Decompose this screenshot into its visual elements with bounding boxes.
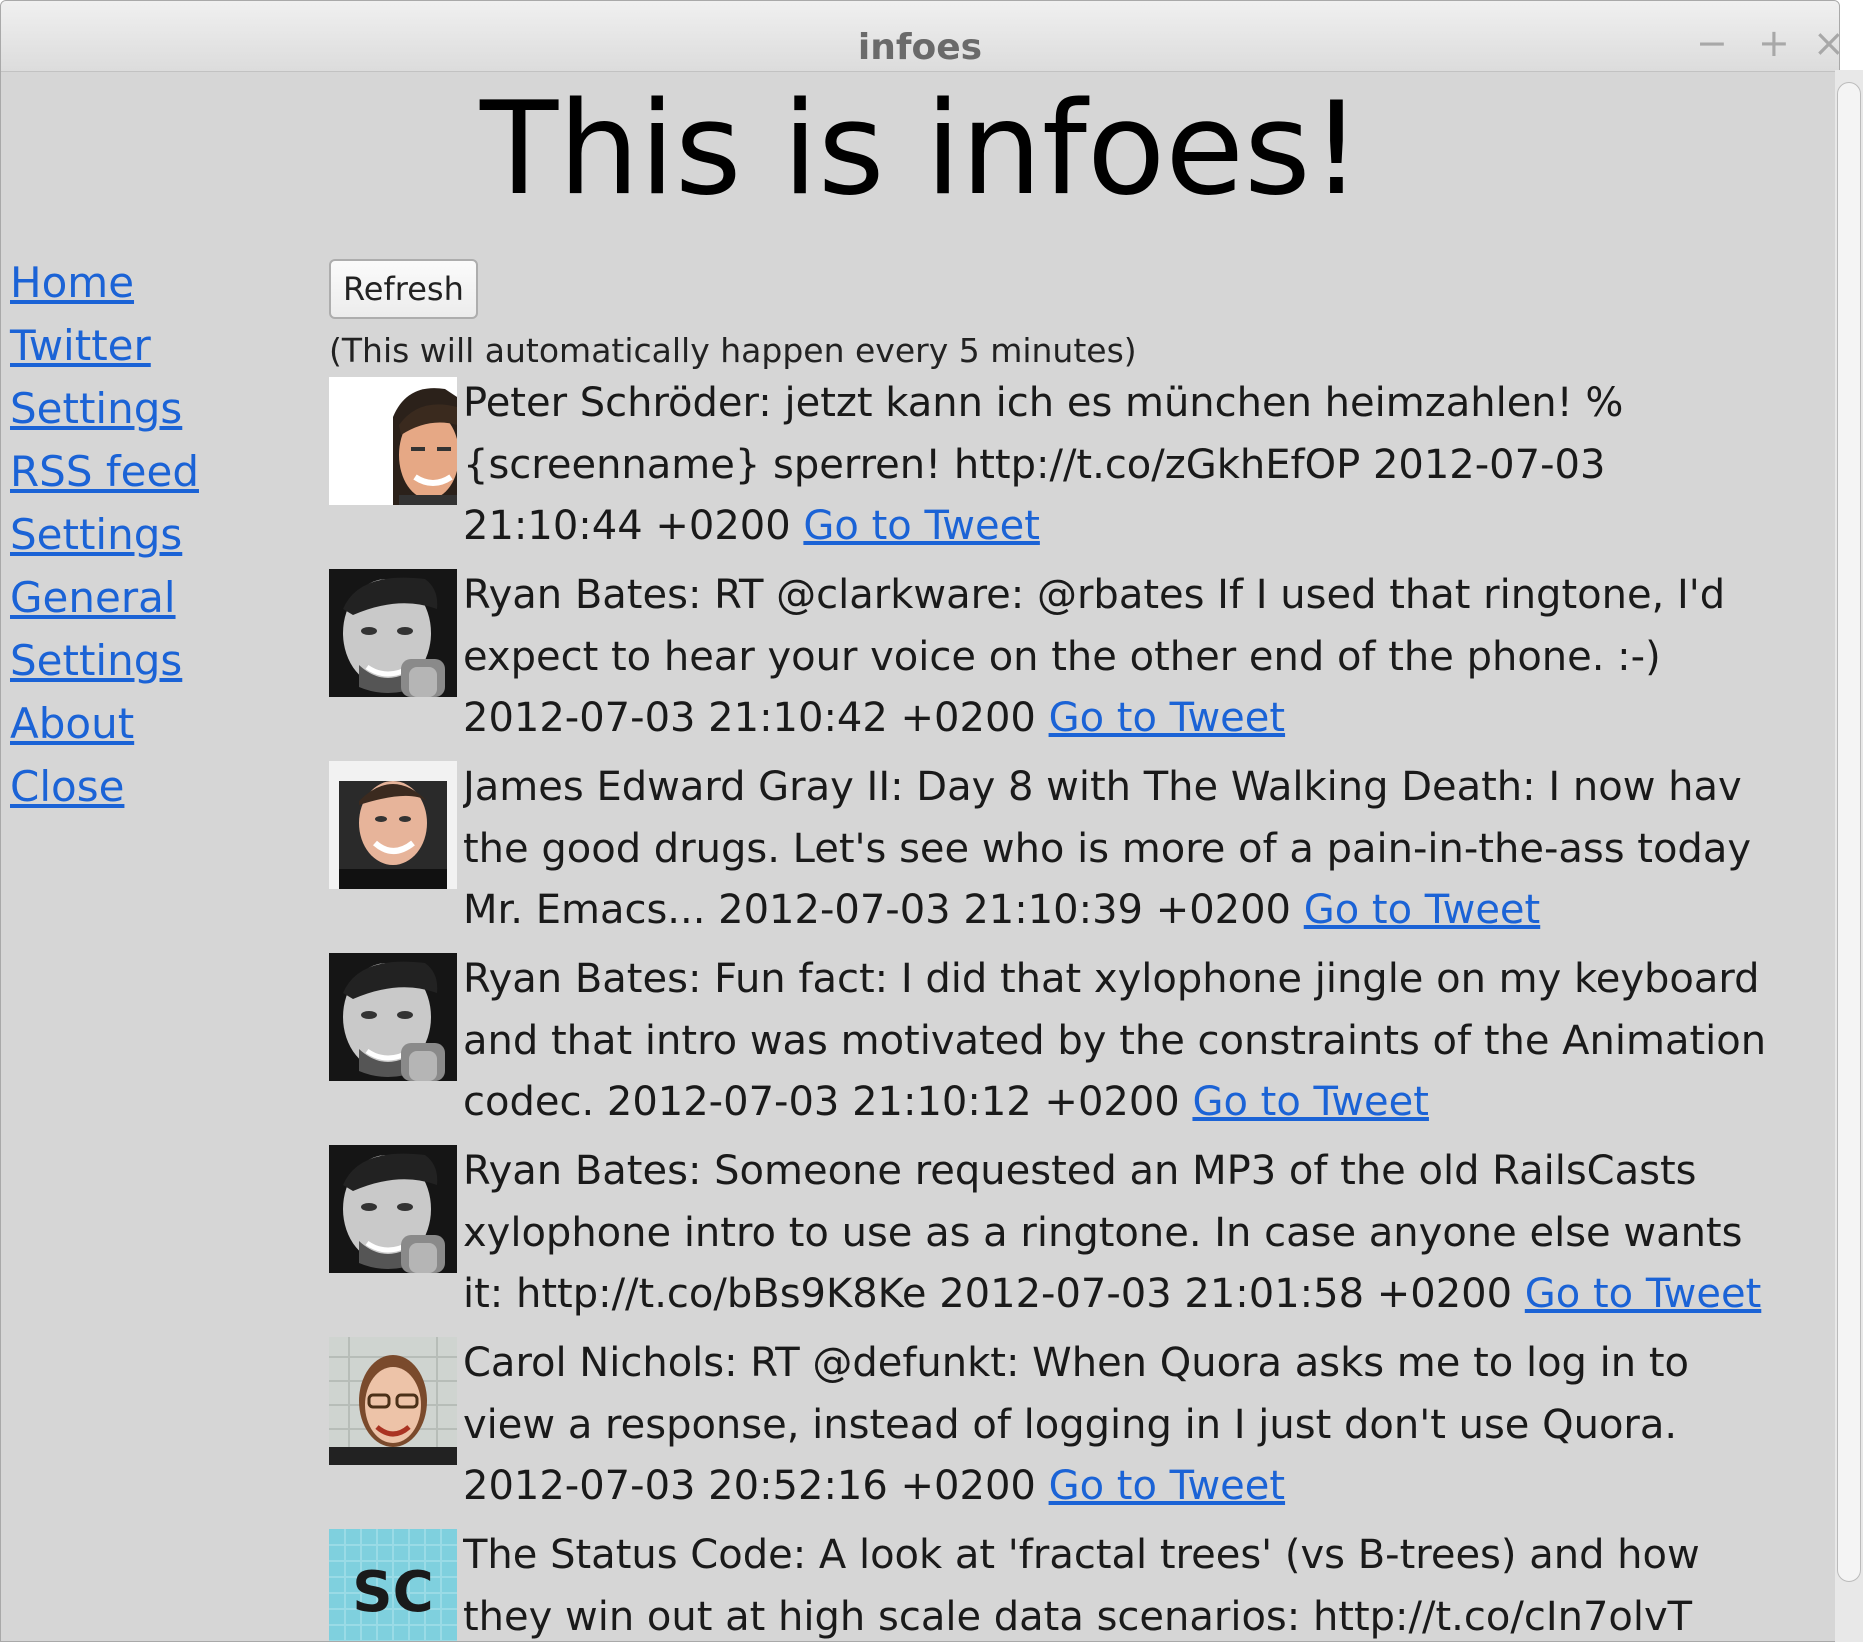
tweet-line: xylophone intro to use as a ringtone. In… xyxy=(463,1203,1829,1265)
tweet-item: Ryan Bates: Someone requested an MP3 of … xyxy=(329,1141,1829,1333)
tweet-line: 2012-07-03 21:10:42 +0200 Go to Tweet xyxy=(463,688,1829,750)
sidebar-item-home[interactable]: Home xyxy=(10,251,199,314)
tweet-line-text: {screenname} sperren! http://t.co/zGkhEf… xyxy=(463,441,1606,488)
sidebar-item-general[interactable]: General xyxy=(10,566,199,629)
content-header: Refresh (This will automatically happen … xyxy=(329,259,1829,375)
tweet-line: Ryan Bates: RT @clarkware: @rbates If I … xyxy=(463,565,1829,627)
go-to-tweet-link[interactable]: Go to Tweet xyxy=(1049,1463,1285,1509)
window-title: infoes xyxy=(857,27,983,68)
tweet-text: Peter Schröder: jetzt kann ich es münche… xyxy=(463,373,1829,558)
tweet-item: James Edward Gray II: Day 8 with The Wal… xyxy=(329,757,1829,949)
svg-text:SC: SC xyxy=(352,1560,433,1625)
maximize-icon[interactable]: + xyxy=(1758,23,1790,63)
tweet-line-text: the good drugs. Let's see who is more of… xyxy=(463,825,1752,872)
tweet-line-text: xylophone intro to use as a ringtone. In… xyxy=(463,1209,1743,1256)
sidebar-nav: Home Twitter Settings RSS feed Settings … xyxy=(10,251,199,818)
tweet-line: Carol Nichols: RT @defunkt: When Quora a… xyxy=(463,1333,1829,1395)
tweet-item: Carol Nichols: RT @defunkt: When Quora a… xyxy=(329,1333,1829,1525)
tweet-line-text: and that intro was motivated by the cons… xyxy=(463,1017,1767,1064)
go-to-tweet-link[interactable]: Go to Tweet xyxy=(803,503,1039,549)
tweet-line: Peter Schröder: jetzt kann ich es münche… xyxy=(463,373,1829,435)
tweet-line-text: James Edward Gray II: Day 8 with The Wal… xyxy=(463,764,1742,810)
close-icon[interactable]: × xyxy=(1813,23,1839,63)
tweet-text: James Edward Gray II: Day 8 with The Wal… xyxy=(463,757,1829,942)
tweet-line-text: expect to hear your voice on the other e… xyxy=(463,633,1661,680)
tweet-line: Ryan Bates: Fun fact: I did that xylopho… xyxy=(463,949,1829,1011)
sidebar-item-about[interactable]: About xyxy=(10,692,199,755)
tweet-line: Ryan Bates: Someone requested an MP3 of … xyxy=(463,1141,1829,1203)
tweet-line-text: 2012-07-03 20:52:16 +0200 xyxy=(463,1463,1049,1509)
tweet-feed: Peter Schröder: jetzt kann ich es münche… xyxy=(329,373,1829,1642)
scrollbar-thumb[interactable] xyxy=(1837,82,1861,1582)
sidebar-item-general-settings[interactable]: Settings xyxy=(10,629,199,692)
tweet-line: it: http://t.co/bBs9K8Ke 2012-07-03 21:0… xyxy=(463,1264,1829,1326)
tweet-line: The Status Code: A look at 'fractal tree… xyxy=(463,1525,1829,1587)
minimize-icon[interactable]: − xyxy=(1696,23,1728,63)
tweet-line-text: Ryan Bates: Fun fact: I did that xylopho… xyxy=(463,956,1760,1002)
tweet-text: The Status Code: A look at 'fractal tree… xyxy=(463,1525,1829,1642)
tweet-line-text: view a response, instead of logging in I… xyxy=(463,1401,1678,1448)
go-to-tweet-link[interactable]: Go to Tweet xyxy=(1304,887,1540,933)
go-to-tweet-link[interactable]: Go to Tweet xyxy=(1192,1079,1428,1125)
tweet-line-text: Peter Schröder: jetzt kann ich es münche… xyxy=(463,380,1624,426)
tweet-line: 2012-07-03 20:52:16 +0200 Go to Tweet xyxy=(463,1456,1829,1518)
tweet-line: expect to hear your voice on the other e… xyxy=(463,627,1829,689)
tweet-line: the good drugs. Let's see who is more of… xyxy=(463,819,1829,881)
avatar-the-status-code: SC xyxy=(329,1529,457,1641)
page-title: This is infoes! xyxy=(480,75,1362,224)
app-window: infoes − + × This is infoes! Home Twitte… xyxy=(0,0,1840,1642)
tweet-line-text: 21:10:44 +0200 xyxy=(463,503,804,549)
tweet-line-text: Ryan Bates: RT @clarkware: @rbates If I … xyxy=(463,572,1726,618)
go-to-tweet-link[interactable]: Go to Tweet xyxy=(1049,695,1285,741)
avatar-ryan-bates xyxy=(329,569,457,697)
tweet-text: Ryan Bates: RT @clarkware: @rbates If I … xyxy=(463,565,1829,750)
title-bar[interactable]: infoes − + × xyxy=(1,1,1839,72)
tweet-line: {screenname} sperren! http://t.co/zGkhEf… xyxy=(463,435,1829,497)
tweet-line-text: The Status Code: A look at 'fractal tree… xyxy=(463,1532,1700,1578)
tweet-line: codec. 2012-07-03 21:10:12 +0200 Go to T… xyxy=(463,1072,1829,1134)
tweet-text: Carol Nichols: RT @defunkt: When Quora a… xyxy=(463,1333,1829,1518)
tweet-text: Ryan Bates: Someone requested an MP3 of … xyxy=(463,1141,1829,1326)
tweet-line-text: they win out at high scale data scenario… xyxy=(463,1593,1693,1640)
tweet-line: James Edward Gray II: Day 8 with The Wal… xyxy=(463,757,1829,819)
tweet-item: SC The Status Code: A look at 'fractal t… xyxy=(329,1525,1829,1642)
tweet-item: Ryan Bates: RT @clarkware: @rbates If I … xyxy=(329,565,1829,757)
avatar-ryan-bates xyxy=(329,1145,457,1273)
tweet-line: they win out at high scale data scenario… xyxy=(463,1587,1829,1642)
sidebar-item-rss-feed[interactable]: RSS feed xyxy=(10,440,199,503)
tweet-item: Ryan Bates: Fun fact: I did that xylopho… xyxy=(329,949,1829,1141)
tweet-line-text: it: http://t.co/bBs9K8Ke 2012-07-03 21:0… xyxy=(463,1271,1525,1317)
tweet-line-text: Mr. Emacs... 2012-07-03 21:10:39 +0200 xyxy=(463,887,1304,933)
go-to-tweet-link[interactable]: Go to Tweet xyxy=(1525,1271,1761,1317)
tweet-line-text: codec. 2012-07-03 21:10:12 +0200 xyxy=(463,1079,1193,1125)
tweet-item: Peter Schröder: jetzt kann ich es münche… xyxy=(329,373,1829,565)
refresh-note: (This will automatically happen every 5 … xyxy=(329,331,1137,370)
sidebar-item-rss-settings[interactable]: Settings xyxy=(10,503,199,566)
avatar-james-edward-gray xyxy=(329,761,457,889)
sidebar-item-twitter[interactable]: Twitter xyxy=(10,314,199,377)
tweet-line: Mr. Emacs... 2012-07-03 21:10:39 +0200 G… xyxy=(463,880,1829,942)
tweet-text: Ryan Bates: Fun fact: I did that xylopho… xyxy=(463,949,1829,1134)
avatar-peter-schroeder xyxy=(329,377,457,505)
tweet-line: and that intro was motivated by the cons… xyxy=(463,1011,1829,1073)
tweet-line: view a response, instead of logging in I… xyxy=(463,1395,1829,1457)
refresh-button[interactable]: Refresh xyxy=(329,259,478,319)
tweet-line-text: 2012-07-03 21:10:42 +0200 xyxy=(463,695,1049,741)
avatar-ryan-bates xyxy=(329,953,457,1081)
tweet-line: 21:10:44 +0200 Go to Tweet xyxy=(463,496,1829,558)
tweet-line-text: Carol Nichols: RT @defunkt: When Quora a… xyxy=(463,1340,1689,1386)
sidebar-item-close[interactable]: Close xyxy=(10,755,199,818)
avatar-carol-nichols xyxy=(329,1337,457,1465)
tweet-line-text: Ryan Bates: Someone requested an MP3 of … xyxy=(463,1148,1697,1194)
sidebar-item-twitter-settings[interactable]: Settings xyxy=(10,377,199,440)
